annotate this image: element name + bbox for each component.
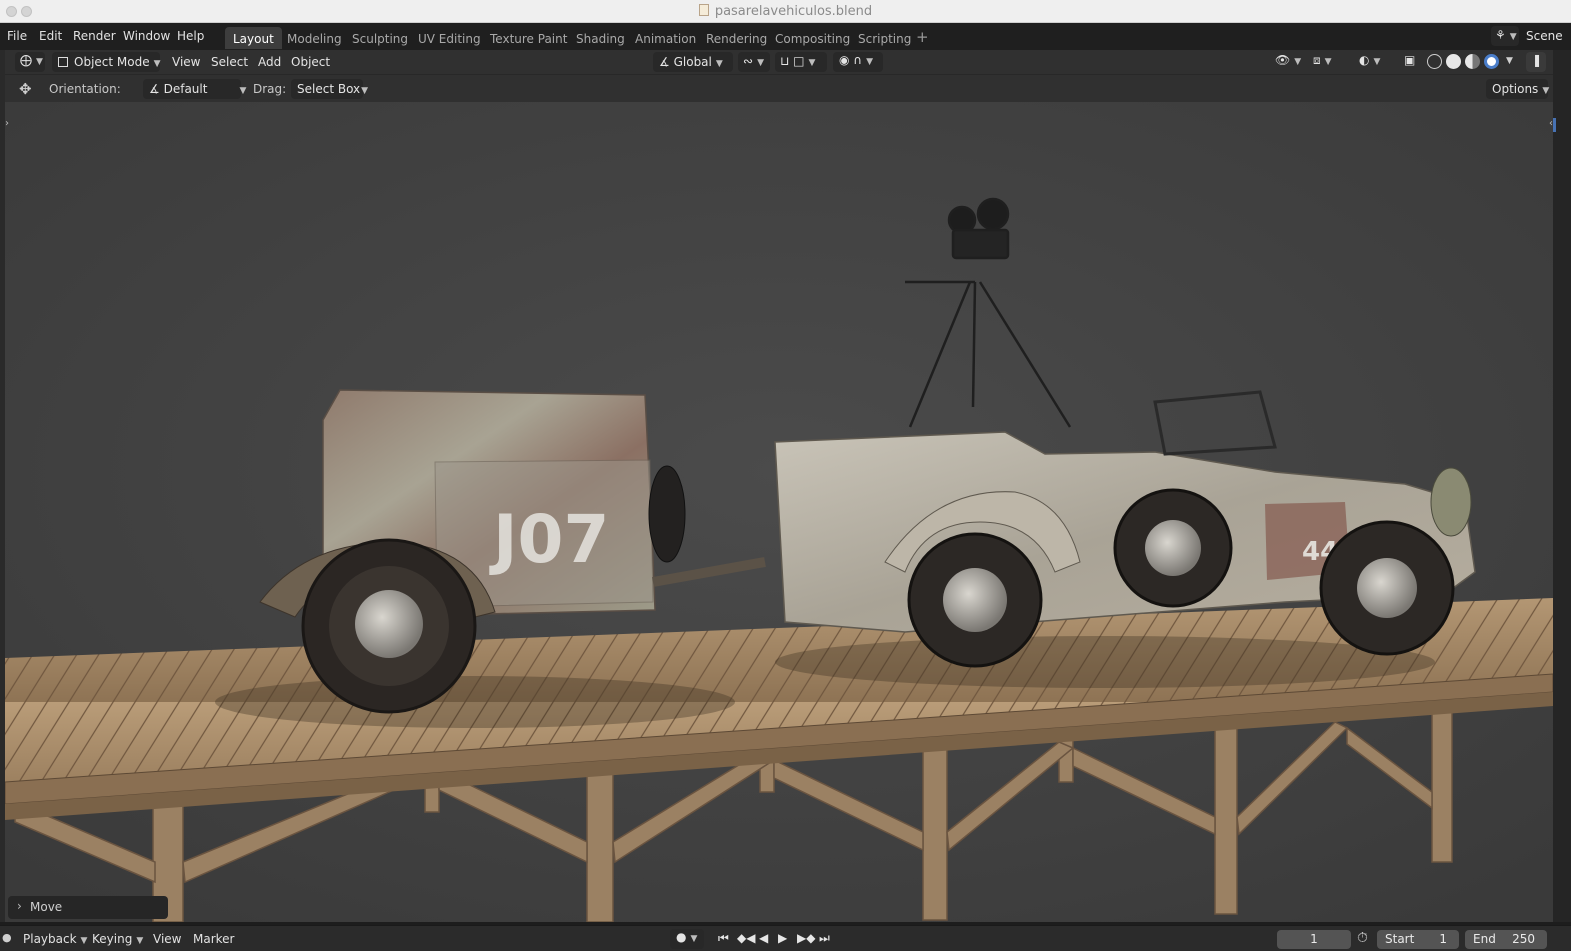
tab-shading[interactable]: Shading bbox=[568, 27, 633, 49]
viewport-menu-add[interactable]: Add bbox=[258, 55, 281, 69]
overlay-icon[interactable]: ◐ ▼ bbox=[1357, 52, 1385, 72]
orientation-icon: ∡ bbox=[659, 55, 670, 69]
shading-rendered-icon[interactable] bbox=[1484, 54, 1499, 69]
tool-settings-header: ✥ Orientation: ∡ Default ▼ Drag: Select B… bbox=[5, 74, 1553, 102]
shading-options-icon[interactable]: ▼ bbox=[1506, 56, 1513, 66]
jump-start-icon[interactable]: ⏮ bbox=[718, 931, 729, 946]
drag-label: Drag: bbox=[253, 82, 287, 96]
object-mode-dropdown[interactable]: Object Mode ▼ bbox=[52, 52, 161, 72]
car-shadow bbox=[775, 636, 1435, 688]
timeline-editor-icon[interactable]: ● bbox=[2, 931, 12, 944]
start-frame-field[interactable]: Start 1 bbox=[1377, 930, 1459, 949]
viewport-menu-view[interactable]: View bbox=[172, 55, 200, 69]
menu-file[interactable]: File bbox=[7, 29, 27, 43]
window-titlebar: pasarelavehiculos.blend bbox=[0, 0, 1571, 23]
last-operator-panel[interactable]: › Move bbox=[8, 896, 168, 919]
tab-uv-editing[interactable]: UV Editing bbox=[410, 27, 489, 49]
snap-icon[interactable]: ⊔ □ ▼ bbox=[775, 52, 827, 72]
scene-selector[interactable]: ⚘ ▼ Scene bbox=[1491, 26, 1571, 48]
timeline-menu-playback[interactable]: Playback ▼ bbox=[23, 932, 87, 946]
record-icon[interactable]: ● ▼ bbox=[670, 929, 704, 949]
menu-window[interactable]: Window bbox=[123, 29, 170, 43]
tab-rendering[interactable]: Rendering bbox=[698, 27, 775, 49]
blend-file-icon bbox=[698, 4, 709, 16]
shading-solid-icon[interactable] bbox=[1446, 54, 1461, 69]
menu-help[interactable]: Help bbox=[177, 29, 204, 43]
top-bar: File Edit Render Window Help Layout Mode… bbox=[0, 23, 1571, 50]
gizmo-icon[interactable]: ⧈ ▼ bbox=[1311, 52, 1339, 72]
3d-viewport[interactable]: J07 44 › ‹ bbox=[5, 102, 1553, 922]
tab-modeling[interactable]: Modeling bbox=[279, 27, 350, 49]
editor-type-icon[interactable]: ⨁ ▼ bbox=[15, 52, 45, 72]
next-keyframe-icon[interactable]: ▶◆ bbox=[797, 931, 815, 945]
toolbar-expand-icon[interactable]: › bbox=[5, 118, 9, 129]
orientation-dropdown[interactable]: ∡ Default ▼ bbox=[143, 79, 246, 99]
tab-animation[interactable]: Animation bbox=[627, 27, 704, 49]
viewport-header: ⨁ ▼ Object Mode ▼ View Select Add Object ∡… bbox=[5, 50, 1553, 74]
tab-scripting[interactable]: Scripting bbox=[850, 27, 919, 49]
transform-pivot-icon[interactable]: ∾ ▼ bbox=[738, 52, 770, 72]
right-area-edge bbox=[1553, 50, 1571, 922]
end-frame-field[interactable]: End 250 bbox=[1465, 930, 1547, 949]
viewport-menu-object[interactable]: Object bbox=[291, 55, 330, 69]
jump-end-icon[interactable]: ⏭ bbox=[819, 931, 830, 946]
sidebar-toggle-icon[interactable]: ❚ bbox=[1526, 52, 1546, 72]
shading-wireframe-icon[interactable] bbox=[1427, 54, 1442, 69]
stopwatch-icon[interactable]: ⏱ bbox=[1357, 930, 1368, 946]
play-reverse-icon[interactable]: ◀ bbox=[759, 931, 768, 945]
trailer-number: J07 bbox=[489, 501, 609, 578]
play-icon[interactable]: ▶ bbox=[778, 931, 787, 945]
prev-keyframe-icon[interactable]: ◆◀ bbox=[737, 931, 755, 945]
orientation-label: Orientation: bbox=[49, 82, 121, 96]
timeline-menu-keying[interactable]: Keying ▼ bbox=[92, 932, 143, 946]
current-frame-field[interactable]: 1 bbox=[1277, 930, 1351, 949]
timeline-menu-view[interactable]: View bbox=[153, 932, 181, 946]
menu-edit[interactable]: Edit bbox=[39, 29, 62, 43]
options-dropdown[interactable]: Options ▼ bbox=[1486, 79, 1549, 99]
viewport-render[interactable]: J07 44 bbox=[5, 102, 1553, 922]
menu-render[interactable]: Render bbox=[73, 29, 116, 43]
move-tool-icon[interactable]: ✥ bbox=[19, 80, 32, 98]
visibility-icon[interactable]: 👁 ▼ bbox=[1273, 52, 1301, 72]
window-title: pasarelavehiculos.blend bbox=[0, 4, 1571, 19]
object-mode-icon bbox=[58, 57, 68, 67]
tab-compositing[interactable]: Compositing bbox=[767, 27, 858, 49]
timeline-header: ● Playback ▼ Keying ▼ View Marker ● ▼ ⏮ ◆◀ … bbox=[0, 925, 1571, 951]
panel-expand-icon[interactable]: › bbox=[17, 899, 22, 913]
timeline-menu-marker[interactable]: Marker bbox=[193, 932, 234, 946]
add-workspace-icon[interactable]: + bbox=[916, 28, 929, 46]
tab-sculpting[interactable]: Sculpting bbox=[344, 27, 416, 49]
sidebar-expand-icon[interactable]: ‹ bbox=[1549, 118, 1553, 129]
scene-icon[interactable]: ⚘ ▼ bbox=[1491, 26, 1519, 46]
viewport-menu-select[interactable]: Select bbox=[211, 55, 248, 69]
orientation-axes-icon: ∡ bbox=[149, 82, 160, 96]
proportional-edit-icon[interactable]: ◉ ∩ ▼ bbox=[833, 52, 883, 72]
properties-tab-indicator bbox=[1553, 118, 1556, 132]
xray-icon[interactable]: ▣ bbox=[1401, 52, 1421, 72]
transform-orientation-dropdown[interactable]: ∡ Global ▼ bbox=[653, 52, 733, 72]
tab-texture-paint[interactable]: Texture Paint bbox=[482, 27, 575, 49]
tab-layout[interactable]: Layout bbox=[225, 27, 282, 49]
shading-material-icon[interactable] bbox=[1465, 54, 1480, 69]
scene-name[interactable]: Scene bbox=[1526, 29, 1563, 43]
drag-dropdown[interactable]: Select Box▼ bbox=[291, 79, 368, 99]
trailer-shadow bbox=[215, 676, 735, 728]
